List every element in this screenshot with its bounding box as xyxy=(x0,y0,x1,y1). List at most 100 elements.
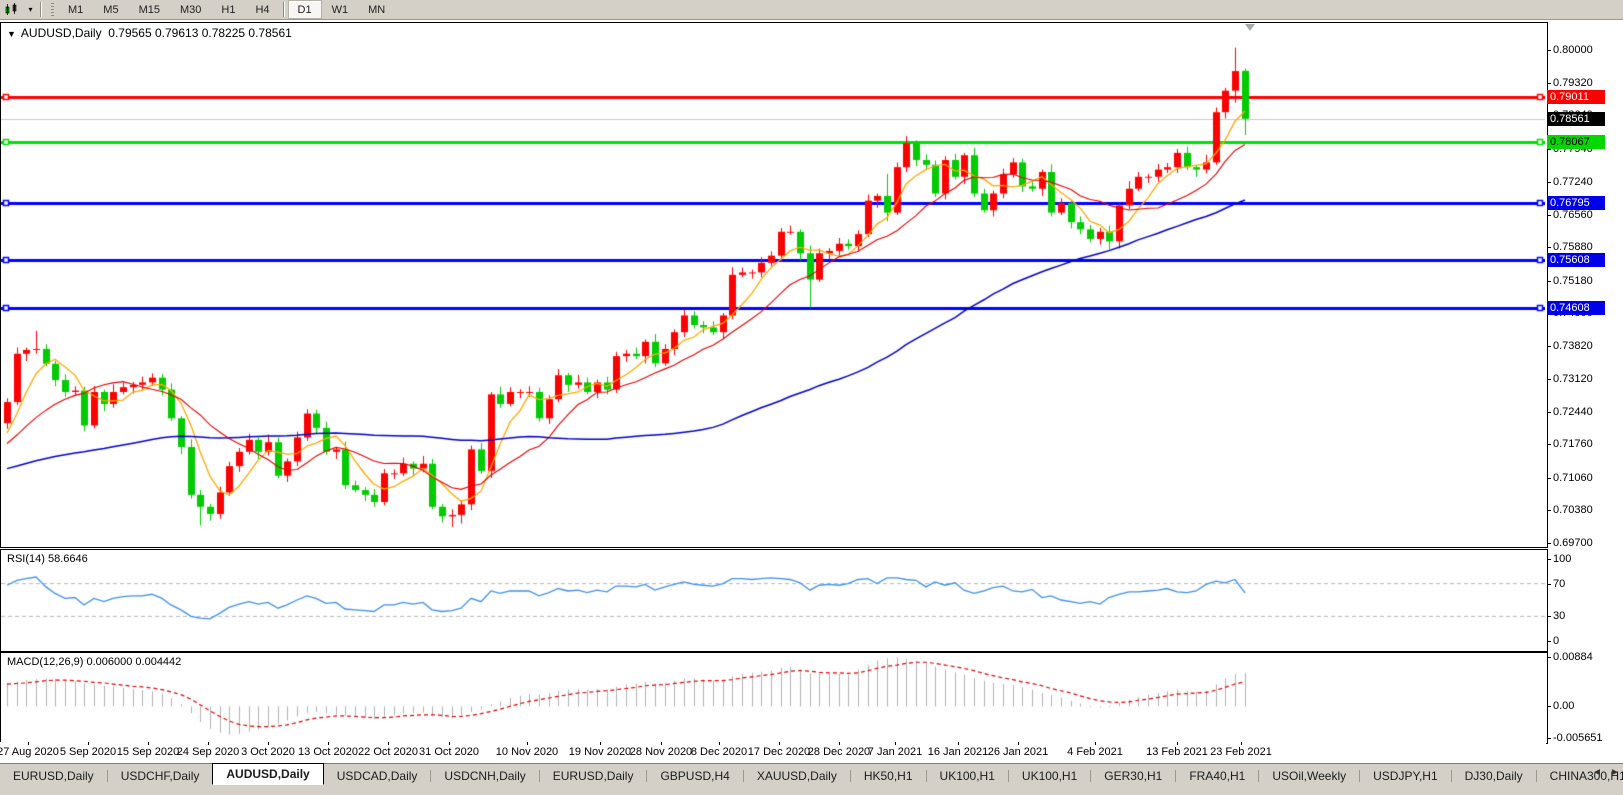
time-axis-label: 31 Oct 2020 xyxy=(409,746,489,758)
rsi-axis-label: 70 xyxy=(1553,578,1565,590)
chart-tab-bar: EURUSD,DailyUSDCHF,DailyAUDUSD,DailyUSDC… xyxy=(0,763,1623,785)
chart-tab-dj30-daily[interactable]: DJ30,Daily xyxy=(1452,767,1536,785)
mt4-window: ▾ M1M5M15M30H1H4 D1W1MN ▼ AUDUSD,Daily 0.7… xyxy=(0,0,1623,795)
chart-tab-xauusd-daily[interactable]: XAUUSD,Daily xyxy=(744,767,850,785)
timeframe-button-m1[interactable]: M1 xyxy=(58,0,93,19)
chart-tab-uk100-h1[interactable]: UK100,H1 xyxy=(927,767,1008,785)
chart-mode-dropdown-caret-icon[interactable]: ▾ xyxy=(24,1,37,18)
chart-tab-usdchf-daily[interactable]: USDCHF,Daily xyxy=(108,767,213,785)
timeframe-button-w1[interactable]: W1 xyxy=(322,0,359,19)
price-axis-tick xyxy=(1547,510,1551,511)
price-axis-tick xyxy=(1547,215,1551,216)
rsi-canvas[interactable] xyxy=(1,550,1545,649)
rsi-axis-tick xyxy=(1547,559,1551,560)
chart-mode-icon[interactable] xyxy=(0,1,24,18)
time-axis-tick xyxy=(839,742,840,745)
price-axis-tick xyxy=(1547,83,1551,84)
timeframe-button-m5[interactable]: M5 xyxy=(93,0,128,19)
timeframe-button-group: M1M5M15M30H1H4 D1W1MN xyxy=(58,0,395,19)
price-axis-label: 0.71060 xyxy=(1553,472,1593,484)
price-axis-tick xyxy=(1547,346,1551,347)
tab-scroll-right-icon[interactable]: ► xyxy=(1609,767,1621,778)
macd-canvas[interactable] xyxy=(1,653,1545,741)
price-axis-label: 0.72440 xyxy=(1553,406,1593,418)
chart-tab-ger30-h1[interactable]: GER30,H1 xyxy=(1091,767,1175,785)
price-axis-tick xyxy=(1547,444,1551,445)
toolbar-drag-grip[interactable] xyxy=(51,3,54,16)
rsi-axis-label: 30 xyxy=(1553,610,1565,622)
timeframe-button-d1[interactable]: D1 xyxy=(288,0,322,19)
chart-tabs: EURUSD,DailyUSDCHF,DailyAUDUSD,DailyUSDC… xyxy=(0,764,1623,785)
main-chart-canvas[interactable] xyxy=(1,23,1545,545)
chart-tab-usoil-weekly[interactable]: USOil,Weekly xyxy=(1259,767,1359,785)
price-axis-label: 0.76560 xyxy=(1553,209,1593,221)
price-axis-tick xyxy=(1547,182,1551,183)
macd-axis-label: 0.00884 xyxy=(1553,651,1593,663)
toolbar: ▾ M1M5M15M30H1H4 D1W1MN xyxy=(0,0,1623,20)
chart-tab-fra40-h1[interactable]: FRA40,H1 xyxy=(1176,767,1258,785)
chart-tab-usdjpy-h1[interactable]: USDJPY,H1 xyxy=(1360,767,1450,785)
time-axis-tick xyxy=(328,742,329,745)
price-level-badge: 0.76795 xyxy=(1547,196,1605,210)
price-axis-tick xyxy=(1547,281,1551,282)
chart-tab-uk100-h1[interactable]: UK100,H1 xyxy=(1009,767,1090,785)
chart-tab-eurusd-daily[interactable]: EURUSD,Daily xyxy=(540,767,647,785)
timeframe-button-m15[interactable]: M15 xyxy=(129,0,170,19)
timeframe-button-h1[interactable]: H1 xyxy=(211,0,245,19)
chart-tab-usdcnh-daily[interactable]: USDCNH,Daily xyxy=(431,767,538,785)
tab-scroll-arrows: ◄ ► xyxy=(1591,767,1621,778)
time-axis-tick xyxy=(779,742,780,745)
time-axis-tick xyxy=(600,742,601,745)
rsi-axis-label: 100 xyxy=(1553,553,1571,565)
price-axis-tick xyxy=(1547,149,1551,150)
candlestick-chart-icon xyxy=(4,3,20,16)
price-axis-label: 0.73120 xyxy=(1553,373,1593,385)
time-axis-tick xyxy=(895,742,896,745)
tab-scroll-left-icon[interactable]: ◄ xyxy=(1591,767,1603,778)
time-axis-tick xyxy=(148,742,149,745)
price-axis-label: 0.70380 xyxy=(1553,504,1593,516)
time-axis-tick xyxy=(88,742,89,745)
time-axis-tick xyxy=(208,742,209,745)
time-axis[interactable]: 27 Aug 20205 Sep 202015 Sep 202024 Sep 2… xyxy=(0,742,1546,763)
time-axis-tick xyxy=(958,742,959,745)
time-axis-tick xyxy=(268,742,269,745)
time-axis-label: 10 Nov 2020 xyxy=(487,746,567,758)
chart-title-caret-icon[interactable]: ▼ xyxy=(7,29,16,39)
chart-tab-audusd-daily[interactable]: AUDUSD,Daily xyxy=(212,763,323,785)
price-level-badge: 0.79011 xyxy=(1547,90,1605,104)
timeframe-button-m30[interactable]: M30 xyxy=(170,0,211,19)
price-axis-tick xyxy=(1547,247,1551,248)
chart-tab-eurusd-daily[interactable]: EURUSD,Daily xyxy=(0,767,107,785)
macd-panel: MACD(12,26,9) 0.006000 0.004442 xyxy=(0,652,1548,744)
chart-symbol-period: AUDUSD,Daily xyxy=(21,26,102,40)
macd-axis-label: -0.005651 xyxy=(1553,732,1603,744)
time-axis-tick xyxy=(1241,742,1242,745)
time-axis-tick xyxy=(449,742,450,745)
macd-axis-tick xyxy=(1547,657,1551,658)
chart-tab-gbpusd-h4[interactable]: GBPUSD,H4 xyxy=(647,767,742,785)
time-axis-tick xyxy=(661,742,662,745)
chart-tab-usdcad-daily[interactable]: USDCAD,Daily xyxy=(324,767,431,785)
price-axis[interactable]: 0.800000.793200.786400.779400.772400.765… xyxy=(1546,0,1623,763)
timeframe-button-h4[interactable]: H4 xyxy=(245,0,279,19)
price-axis-label: 0.75180 xyxy=(1553,275,1593,287)
price-axis-tick xyxy=(1547,412,1551,413)
macd-axis-tick xyxy=(1547,738,1551,739)
timeframe-button-mn[interactable]: MN xyxy=(358,0,395,19)
rsi-panel: RSI(14) 58.6646 xyxy=(0,549,1548,652)
time-axis-tick xyxy=(28,742,29,745)
price-level-badge: 0.78067 xyxy=(1547,135,1605,149)
chart-shift-marker-icon[interactable] xyxy=(1245,24,1255,31)
time-axis-label: 4 Feb 2021 xyxy=(1055,746,1135,758)
price-axis-label: 0.69700 xyxy=(1553,537,1593,549)
time-axis-tick xyxy=(1177,742,1178,745)
rsi-axis-tick xyxy=(1547,641,1551,642)
price-axis-label: 0.73820 xyxy=(1553,340,1593,352)
macd-label: MACD(12,26,9) 0.006000 0.004442 xyxy=(7,656,181,668)
chart-tab-hk50-h1[interactable]: HK50,H1 xyxy=(851,767,926,785)
price-axis-tick xyxy=(1547,50,1551,51)
price-axis-tick xyxy=(1547,379,1551,380)
price-level-badge: 0.75608 xyxy=(1547,253,1605,267)
time-axis-tick xyxy=(527,742,528,745)
